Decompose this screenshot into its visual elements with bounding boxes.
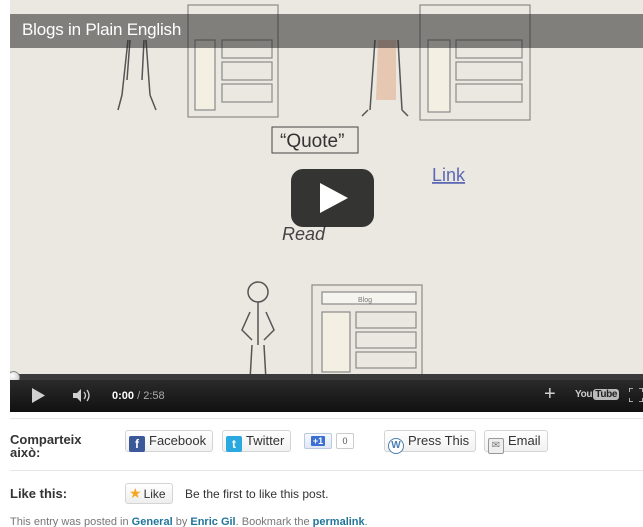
scene-read: Read: [282, 224, 326, 244]
share-label: Comparteix això:: [10, 432, 82, 460]
like-status-text: Be the first to like this post.: [185, 487, 329, 501]
time-current: 0:00: [112, 390, 135, 402]
time-total: / 2:58: [137, 390, 165, 402]
add-icon[interactable]: +: [544, 384, 556, 404]
youtube-logo[interactable]: You Tube: [575, 389, 620, 400]
star-icon: ★: [129, 485, 142, 501]
video-player[interactable]: “Quote” Link Read Blog Blogs in Plain En…: [10, 0, 643, 412]
play-button-large[interactable]: [291, 169, 374, 227]
facebook-icon: f: [129, 436, 145, 452]
twitter-icon: t: [226, 436, 242, 452]
play-icon: [320, 183, 348, 213]
share-twitter-button[interactable]: t Twitter: [222, 430, 292, 452]
divider: [10, 470, 643, 471]
pressthis-label: Press This: [408, 433, 470, 448]
google-plus-one-button[interactable]: +1: [304, 433, 332, 449]
permalink-link[interactable]: permalink: [313, 516, 365, 527]
play-icon[interactable]: [32, 388, 45, 403]
time-display: 0:00 / 2:58: [112, 390, 165, 402]
category-link[interactable]: General: [132, 516, 173, 527]
scene-blog: Blog: [358, 297, 372, 304]
share-pressthis-button[interactable]: W Press This: [384, 430, 477, 454]
facebook-label: Facebook: [149, 433, 207, 448]
wordpress-icon: W: [388, 438, 404, 454]
volume-icon[interactable]: [73, 389, 95, 402]
like-button[interactable]: ★ Like: [125, 483, 173, 504]
video-controls: 0:00 / 2:58 + You Tube: [10, 380, 643, 412]
twitter-label: Twitter: [246, 433, 285, 448]
google-plus-count: 0: [336, 433, 354, 449]
like-label: Like this:: [10, 486, 68, 501]
author-link[interactable]: Enric Gil: [190, 516, 235, 527]
fullscreen-icon[interactable]: [629, 388, 643, 402]
scene-quote: “Quote”: [280, 131, 344, 152]
email-icon: ✉: [488, 438, 504, 454]
share-facebook-button[interactable]: f Facebook: [125, 430, 214, 452]
post-meta: This entry was posted in General by Enri…: [10, 516, 368, 527]
divider: [10, 418, 643, 419]
scene-link: Link: [432, 165, 466, 185]
like-button-label: Like: [143, 487, 166, 501]
share-email-button[interactable]: ✉ Email: [484, 430, 548, 454]
video-title[interactable]: Blogs in Plain English: [22, 20, 181, 40]
email-label: Email: [508, 433, 541, 448]
